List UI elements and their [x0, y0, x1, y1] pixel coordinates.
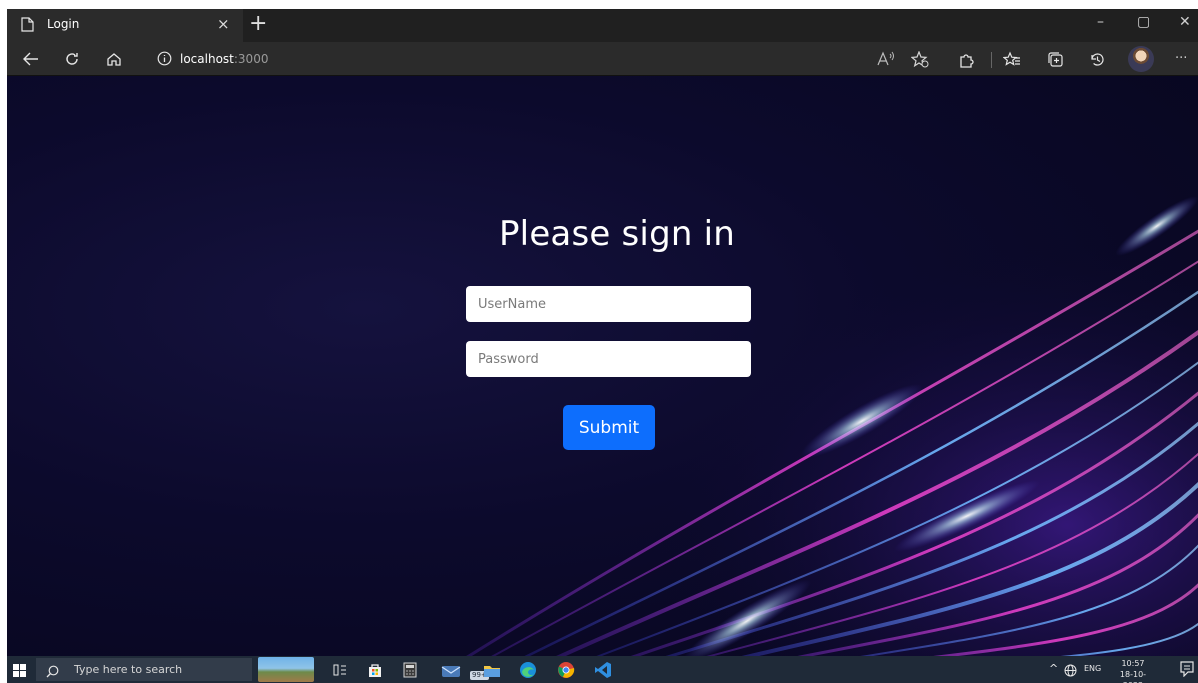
refresh-icon[interactable] [61, 48, 83, 70]
screen: Login × + – ▢ ✕ localhost:3000 ··· Pleas… [0, 0, 1198, 683]
tray-clock[interactable]: 10:57 18-10-2022 [1110, 658, 1156, 683]
windows-icon[interactable] [13, 662, 26, 681]
browser-toolbar: localhost:3000 ··· [7, 42, 1198, 76]
task-view-icon[interactable] [329, 659, 351, 681]
url-host: localhost [180, 52, 234, 66]
home-icon[interactable] [103, 48, 125, 70]
calculator-icon[interactable] [399, 659, 421, 681]
info-icon[interactable] [157, 51, 172, 70]
page-icon [21, 17, 34, 36]
profile-avatar[interactable] [1128, 46, 1154, 72]
store-icon[interactable] [364, 659, 386, 681]
address-bar[interactable]: localhost:3000 [147, 46, 867, 72]
tray-overflow-icon[interactable]: ^ [1049, 662, 1058, 675]
edge-icon[interactable] [517, 659, 539, 681]
taskbar: Type here to search 99+ ^ ENG 10:57 18-1… [7, 656, 1198, 683]
toolbar-separator [991, 52, 992, 68]
tab-title: Login [47, 17, 80, 31]
taskbar-search[interactable]: Type here to search [36, 658, 252, 681]
extensions-icon[interactable] [955, 48, 977, 70]
add-favorite-icon[interactable] [909, 48, 931, 70]
new-tab-button[interactable]: + [249, 12, 267, 36]
language-indicator[interactable]: ENG [1084, 664, 1101, 673]
submit-button[interactable]: Submit [563, 405, 655, 450]
password-input[interactable] [466, 341, 751, 377]
restore-button[interactable]: ▢ [1137, 14, 1150, 30]
search-placeholder: Type here to search [74, 663, 183, 676]
mail-icon[interactable] [440, 659, 462, 681]
history-icon[interactable] [1086, 48, 1108, 70]
collections-icon[interactable] [1044, 48, 1066, 70]
clock-date: 18-10-2022 [1119, 670, 1147, 683]
url-text: localhost:3000 [180, 52, 268, 66]
close-window-button[interactable]: ✕ [1179, 14, 1191, 30]
back-icon[interactable] [20, 48, 42, 70]
file-explorer-icon[interactable] [481, 659, 503, 681]
search-icon [46, 663, 59, 682]
tab-strip: Login × + – ▢ ✕ [7, 9, 1198, 42]
more-menu-button[interactable]: ··· [1175, 51, 1187, 66]
clock-time: 10:57 [1121, 659, 1145, 668]
tab-login[interactable]: Login × [7, 9, 243, 42]
favorites-icon[interactable] [1001, 48, 1023, 70]
username-input[interactable] [466, 286, 751, 322]
notification-icon[interactable] [1180, 661, 1194, 681]
vscode-icon[interactable] [592, 659, 614, 681]
read-aloud-icon[interactable] [875, 48, 897, 70]
minimize-button[interactable]: – [1097, 14, 1104, 30]
news-widget[interactable] [258, 657, 314, 682]
browser-window: Login × + – ▢ ✕ localhost:3000 ··· Pleas… [7, 9, 1198, 656]
page-title: Please sign in [498, 214, 736, 254]
chrome-icon[interactable] [555, 659, 577, 681]
tab-close-icon[interactable]: × [217, 15, 230, 33]
url-port: :3000 [233, 52, 269, 66]
page-content: Please sign in Submit [7, 76, 1198, 656]
globe-icon[interactable] [1064, 662, 1077, 681]
